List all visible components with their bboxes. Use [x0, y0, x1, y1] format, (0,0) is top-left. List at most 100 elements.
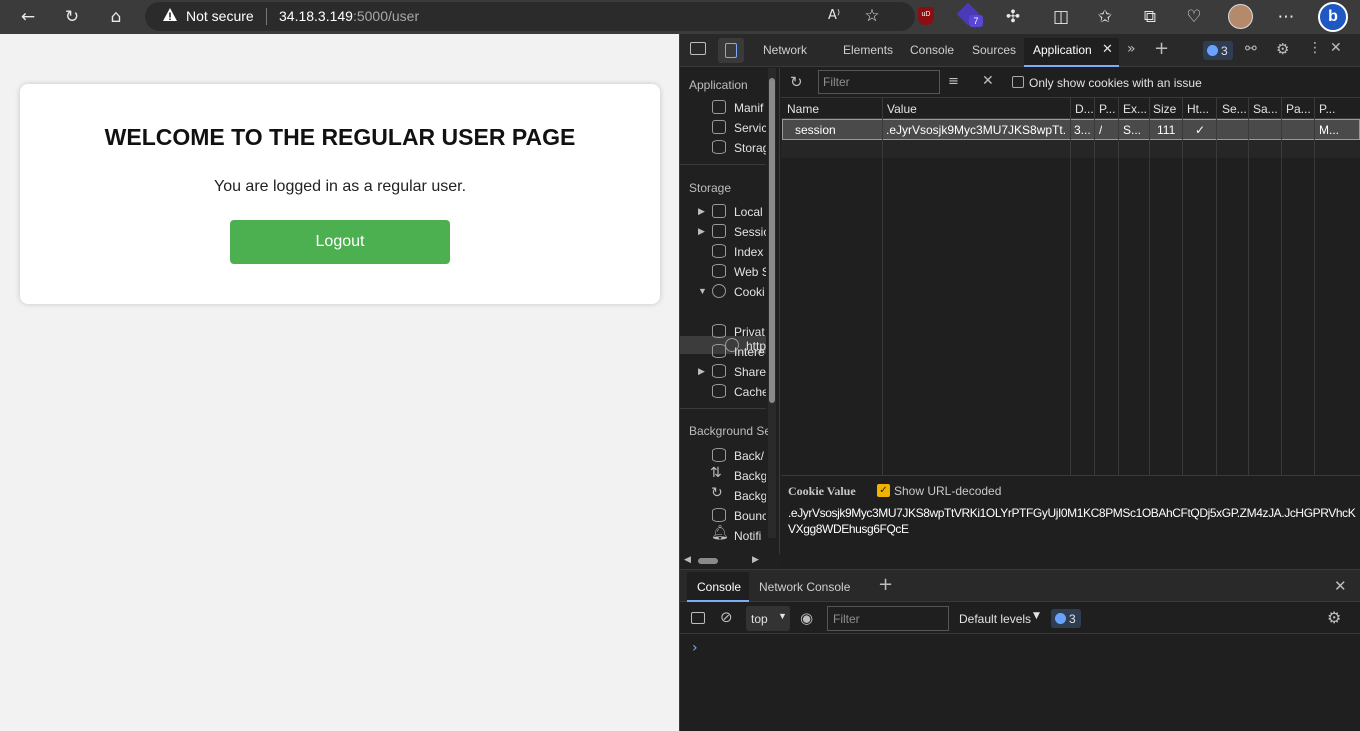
cell-size[interactable]: 111: [1157, 123, 1175, 137]
console-prompt[interactable]: ›: [692, 640, 698, 656]
issues-badge[interactable]: 3: [1203, 41, 1233, 60]
column-header-domain[interactable]: D...: [1075, 102, 1094, 116]
sidebar-item-local-storage[interactable]: Local: [734, 205, 766, 219]
column-header-httponly[interactable]: Ht...: [1187, 102, 1209, 116]
expand-arrow-icon[interactable]: ▶: [698, 206, 705, 217]
ublock-extension-icon[interactable]: uD: [918, 7, 934, 25]
add-tab-icon[interactable]: +: [1154, 38, 1169, 59]
sidebar-horizontal-scrollbar[interactable]: ◀ ▶: [680, 554, 780, 568]
clear-console-icon[interactable]: ⊘: [720, 608, 733, 626]
live-expression-eye-icon[interactable]: ◉: [800, 609, 813, 627]
sidebar-item-cache-storage[interactable]: Cache: [734, 385, 766, 399]
more-tabs-chevron-icon[interactable]: »: [1127, 41, 1136, 57]
sidebar-scroll-thumb[interactable]: [769, 78, 775, 403]
back-arrow-icon[interactable]: ←: [15, 4, 41, 30]
connection-icon[interactable]: ⚯: [1245, 41, 1257, 57]
close-drawer-icon[interactable]: ✕: [1334, 577, 1347, 595]
read-aloud-icon[interactable]: A⁾: [821, 3, 847, 29]
favorites-icon[interactable]: ✩: [1092, 4, 1118, 30]
collections-icon[interactable]: ⧉: [1137, 4, 1163, 30]
cookie-value-text[interactable]: .eJyrVsosjk9Myc3MU7JKS8wpTtVRKi1OLYrPTFG…: [788, 505, 1358, 537]
add-drawer-tab-icon[interactable]: +: [878, 574, 893, 595]
close-tab-icon[interactable]: ✕: [1102, 42, 1113, 57]
sidebar-toggle-icon[interactable]: [691, 612, 705, 624]
browser-essentials-icon[interactable]: ♡: [1181, 4, 1207, 30]
cookie-filter-input[interactable]: Filter: [818, 70, 940, 94]
column-header-name[interactable]: Name: [787, 102, 819, 116]
extensions-puzzle-icon[interactable]: ✣: [1000, 4, 1026, 30]
cell-value[interactable]: .eJyrVsosjk9Myc3MU7JKS8wpTt...: [886, 123, 1066, 137]
clear-filtered-icon[interactable]: ≡: [948, 74, 959, 89]
sidebar-scrollbar[interactable]: [768, 68, 776, 538]
sidebar-item-back-forward-cache[interactable]: Back/: [734, 449, 766, 463]
more-options-icon[interactable]: ⋮: [1308, 40, 1322, 56]
horizontal-scroll-thumb[interactable]: [698, 558, 718, 564]
log-levels-dropdown[interactable]: Default levels: [959, 612, 1031, 626]
console-settings-gear-icon[interactable]: ⚙: [1327, 608, 1341, 627]
logout-button[interactable]: Logout: [230, 220, 450, 264]
cell-domain[interactable]: 3...: [1074, 123, 1091, 137]
sidebar-item-notifications[interactable]: Notifi: [734, 529, 766, 543]
show-url-decoded-checkbox[interactable]: ✓: [877, 484, 890, 497]
profile-avatar[interactable]: [1228, 4, 1253, 29]
tab-elements[interactable]: Elements: [843, 43, 893, 57]
sidebar-item-interest-groups[interactable]: Intere: [734, 345, 766, 359]
tab-application[interactable]: Application ✕: [1024, 38, 1119, 67]
cell-path[interactable]: /: [1099, 123, 1102, 137]
url-text[interactable]: 34.18.3.149:5000/user: [279, 8, 419, 24]
sidebar-item-private-state-tokens[interactable]: Privat: [734, 325, 766, 339]
tab-console[interactable]: Console: [910, 43, 954, 57]
sidebar-item-indexeddb[interactable]: Index: [734, 245, 766, 259]
drawer-tab-console[interactable]: Console: [687, 572, 749, 602]
column-header-secure[interactable]: Se...: [1222, 102, 1247, 116]
inspect-element-icon[interactable]: [690, 42, 706, 55]
table-row[interactable]: [782, 119, 1360, 140]
cell-expires[interactable]: S...: [1123, 123, 1141, 137]
address-bar[interactable]: Not secure 34.18.3.149:5000/user A⁾ ☆: [145, 2, 915, 31]
favorite-star-icon[interactable]: ☆: [859, 3, 885, 29]
drawer-tab-network-console[interactable]: Network Console: [759, 580, 850, 594]
sidebar-item-service-workers[interactable]: Servic: [734, 121, 766, 135]
security-label[interactable]: Not secure: [186, 8, 254, 24]
column-header-expires[interactable]: Ex...: [1123, 102, 1147, 116]
column-header-priority[interactable]: P...: [1319, 102, 1335, 116]
sidebar-item-shared-storage[interactable]: Share: [734, 365, 766, 379]
reload-icon[interactable]: ↻: [59, 4, 85, 30]
bing-copilot-icon[interactable]: b: [1318, 2, 1348, 32]
console-filter-input[interactable]: Filter: [827, 606, 949, 631]
column-header-samesite[interactable]: Sa...: [1253, 102, 1278, 116]
column-header-path[interactable]: P...: [1099, 102, 1115, 116]
collapse-arrow-icon[interactable]: ▼: [698, 286, 707, 296]
context-selector[interactable]: top ▼: [746, 606, 790, 631]
sidebar-item-storage[interactable]: Storag: [734, 141, 766, 155]
expand-arrow-icon[interactable]: ▶: [698, 366, 705, 377]
scroll-right-icon[interactable]: ▶: [752, 555, 759, 565]
cell-httponly[interactable]: ✓: [1195, 123, 1205, 137]
cell-priority[interactable]: M...: [1319, 123, 1339, 137]
tab-sources[interactable]: Sources: [972, 43, 1016, 57]
console-issues-badge[interactable]: 3: [1051, 609, 1081, 628]
clear-all-icon[interactable]: ✕: [982, 73, 994, 89]
device-toolbar-button[interactable]: [718, 38, 744, 63]
sidebar-item-manifest[interactable]: Manif: [734, 101, 766, 115]
column-header-partition-key[interactable]: Pa...: [1286, 102, 1311, 116]
sidebar-item-cookies[interactable]: Cooki: [734, 285, 766, 299]
tab-network[interactable]: Network: [763, 43, 807, 57]
split-screen-icon[interactable]: ◫: [1048, 4, 1074, 30]
sidebar-item-bounce-tracking[interactable]: Bounc: [734, 509, 766, 523]
expand-arrow-icon[interactable]: ▶: [698, 226, 705, 237]
column-header-size[interactable]: Size: [1153, 102, 1176, 116]
home-icon[interactable]: ⌂: [103, 4, 129, 30]
column-header-value[interactable]: Value: [887, 102, 917, 116]
scroll-left-icon[interactable]: ◀: [684, 555, 691, 565]
more-menu-icon[interactable]: ⋯: [1273, 4, 1299, 30]
sidebar-item-background-sync[interactable]: Backg: [734, 489, 766, 503]
close-devtools-icon[interactable]: ✕: [1330, 40, 1342, 56]
sidebar-item-session-storage[interactable]: Sessic: [734, 225, 766, 239]
sidebar-item-web-sql[interactable]: Web S: [734, 265, 766, 279]
cell-name[interactable]: session: [795, 123, 836, 137]
settings-gear-icon[interactable]: ⚙: [1276, 40, 1289, 58]
only-issue-checkbox[interactable]: [1012, 76, 1024, 88]
refresh-icon[interactable]: ↻: [790, 73, 803, 91]
sidebar-item-background-fetch[interactable]: Backg: [734, 469, 766, 483]
